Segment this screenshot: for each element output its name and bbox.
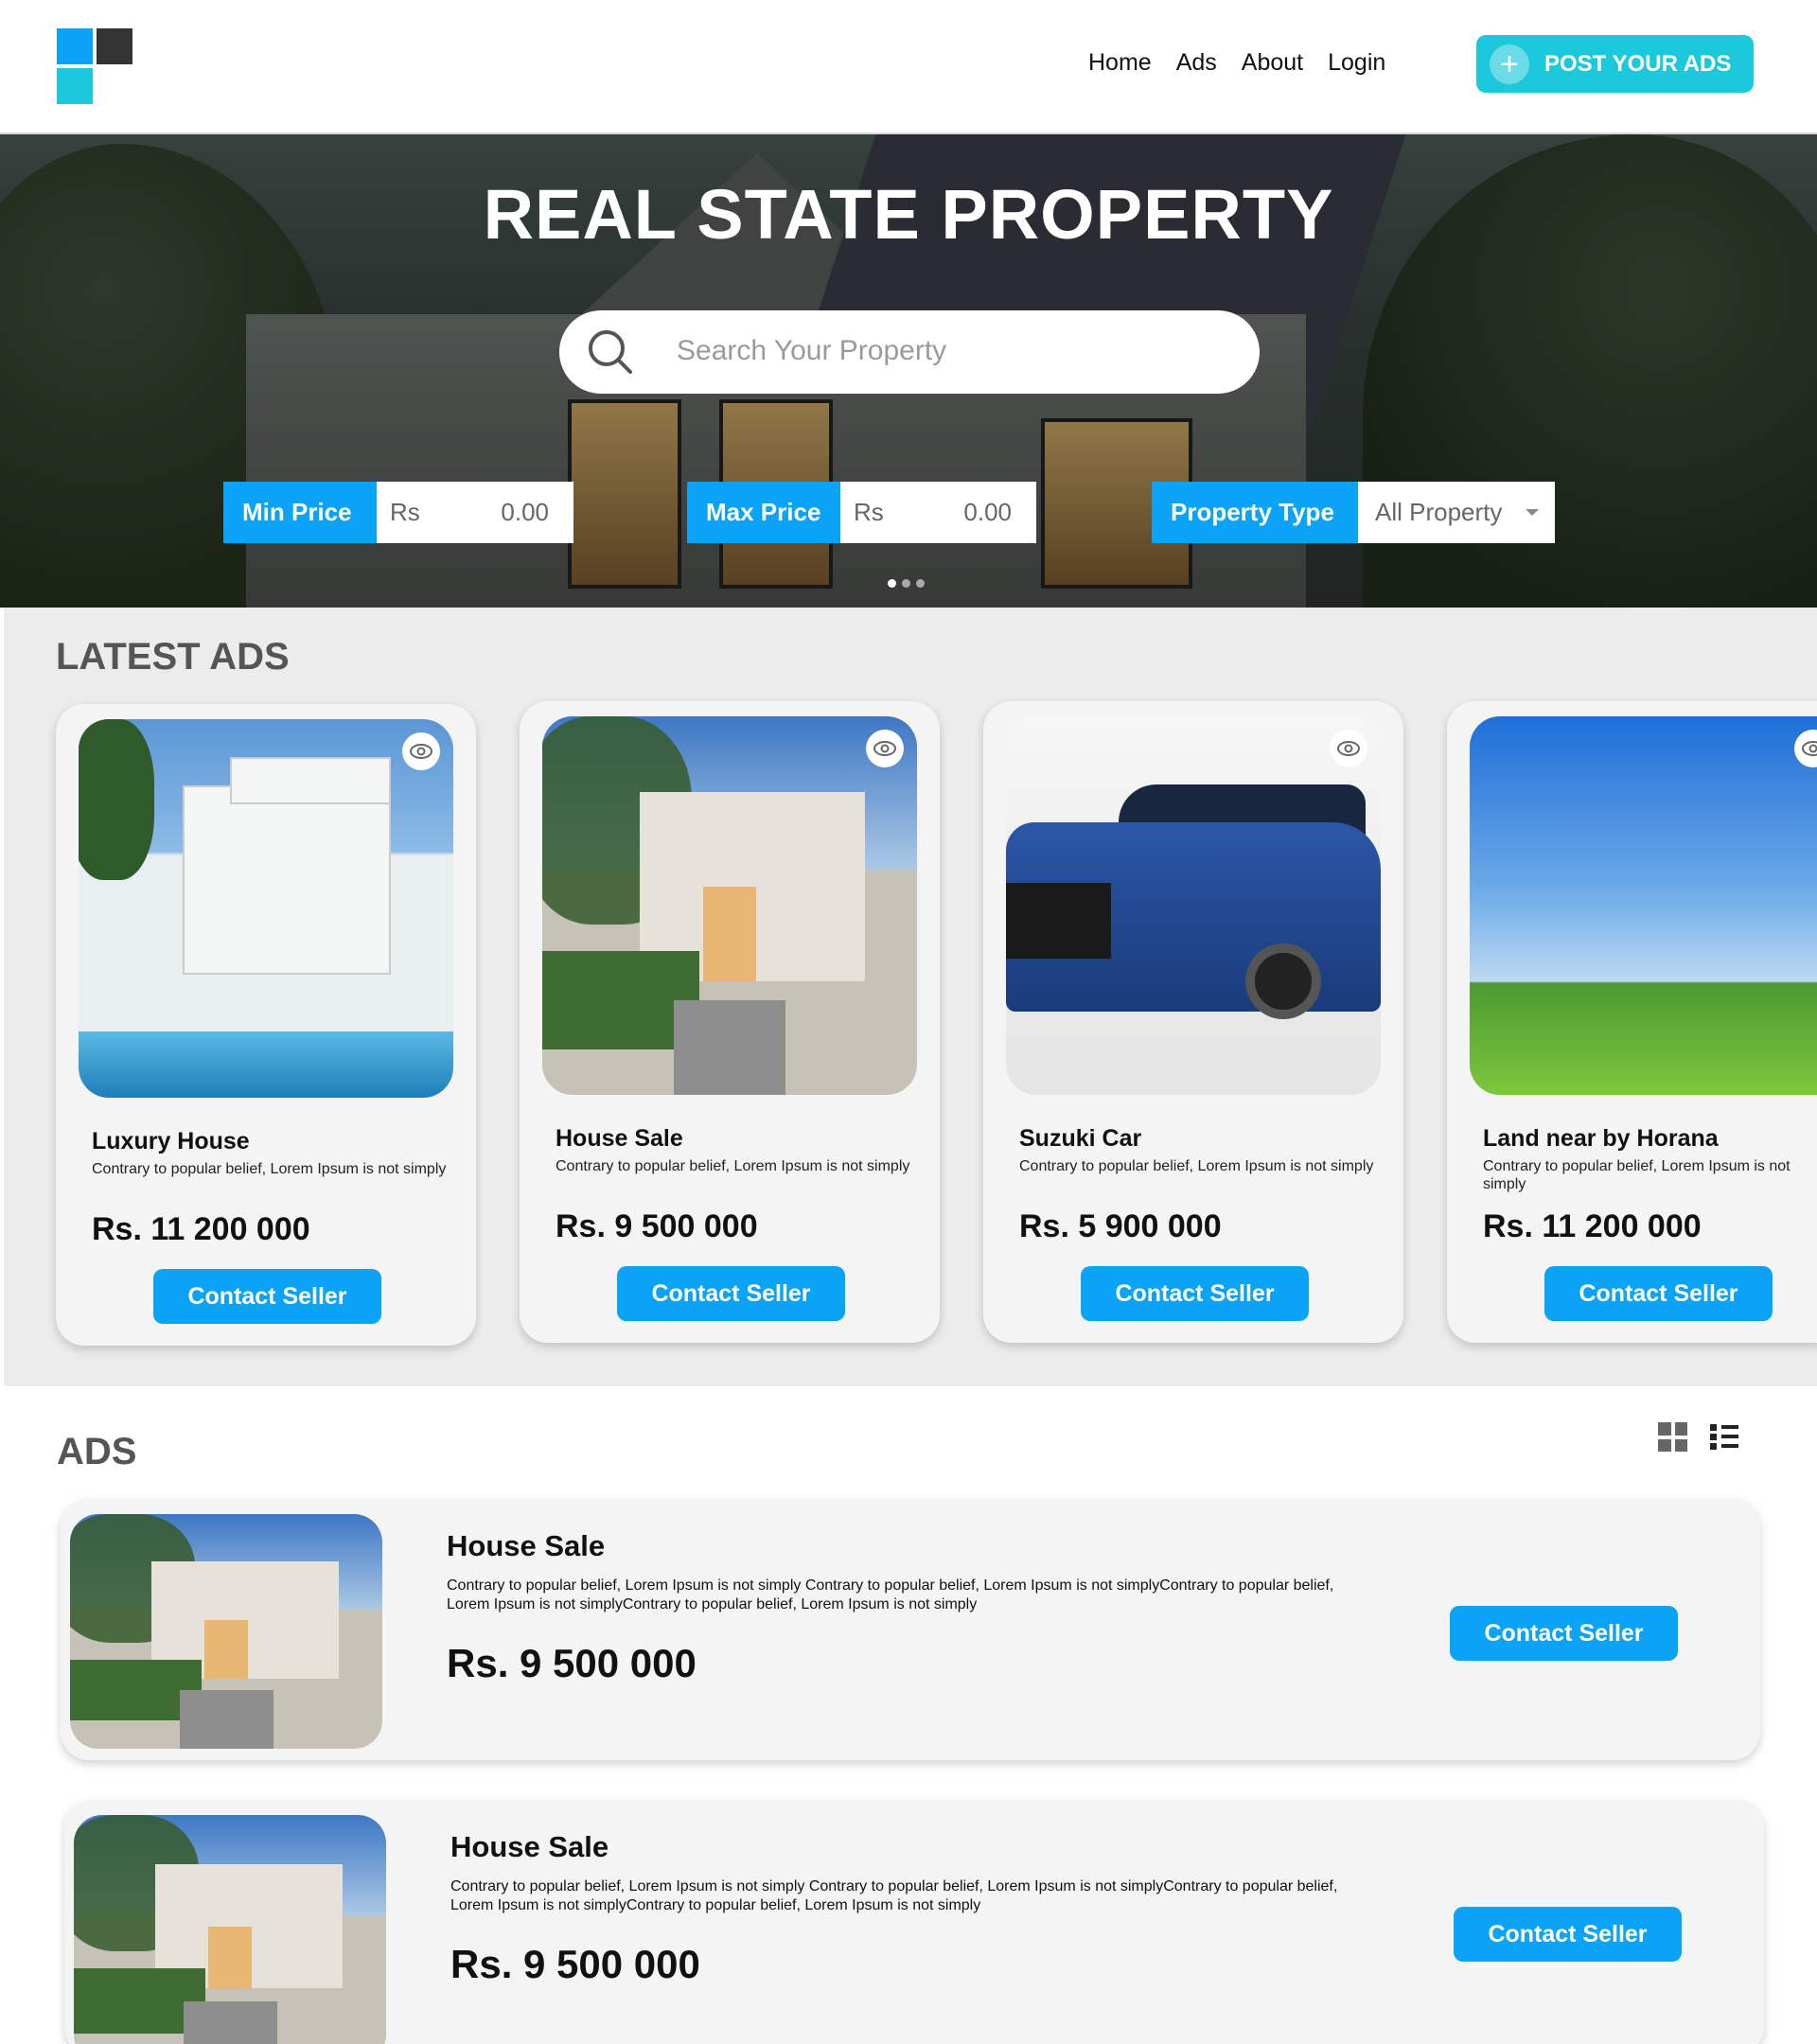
min-price-field[interactable]: Rs 0.00 [377, 482, 573, 543]
max-price-label: Max Price [687, 482, 840, 543]
ad-price: Rs. 9 500 000 [447, 1641, 697, 1685]
ad-price: Rs. 9 500 000 [556, 1208, 758, 1244]
ad-title: House Sale [447, 1529, 606, 1562]
property-type-select[interactable]: All Property [1358, 482, 1555, 543]
ad-description: Contrary to popular belief, Lorem Ipsum … [1019, 1158, 1374, 1174]
min-price-value: 0.00 [501, 498, 549, 526]
list-view-icon[interactable] [1710, 1422, 1738, 1451]
min-price-label: Min Price [223, 482, 377, 543]
hero-title: REAL STATE PROPERTY [483, 175, 1334, 254]
max-price-filter: Max Price Rs 0.00 [687, 482, 1036, 543]
max-price-value: 0.00 [963, 498, 1012, 526]
slider-dots [888, 579, 925, 588]
min-price-filter: Min Price Rs 0.00 [223, 482, 573, 543]
eye-icon[interactable] [866, 730, 904, 767]
ad-title: Land near by Horana [1483, 1125, 1719, 1152]
contact-seller-button[interactable]: Contact Seller [1544, 1266, 1773, 1321]
ad-card[interactable]: Land near by Horana Contrary to popular … [1447, 701, 1817, 1343]
nav-ads[interactable]: Ads [1176, 49, 1217, 77]
contact-seller-button[interactable]: Contact Seller [1450, 1606, 1678, 1661]
nav-home[interactable]: Home [1088, 49, 1152, 77]
contact-seller-button[interactable]: Contact Seller [153, 1269, 381, 1324]
property-type-filter: Property Type All Property [1152, 482, 1555, 543]
section-title: LATEST ADS [56, 636, 290, 678]
ad-description: Contrary to popular belief, Lorem Ipsum … [447, 1577, 1334, 1612]
ad-title: House Sale [450, 1830, 609, 1863]
ad-image[interactable] [1006, 716, 1381, 1095]
ad-list-item[interactable]: House Sale Contrary to popular belief, L… [61, 1499, 1760, 1760]
max-price-currency: Rs [854, 498, 884, 526]
ad-card[interactable]: House Sale Contrary to popular belief, L… [520, 701, 940, 1343]
nav-about[interactable]: About [1242, 49, 1303, 77]
ad-price: Rs. 5 900 000 [1019, 1208, 1222, 1244]
logo[interactable] [57, 28, 132, 104]
ad-title: Luxury House [92, 1128, 250, 1154]
ad-price: Rs. 11 200 000 [92, 1211, 310, 1247]
ad-price: Rs. 11 200 000 [1483, 1208, 1702, 1244]
ad-description: Contrary to popular belief, Lorem Ipsum … [1483, 1158, 1791, 1192]
contact-seller-button[interactable]: Contact Seller [617, 1266, 845, 1321]
ad-list-item[interactable]: House Sale Contrary to popular belief, L… [64, 1800, 1764, 2044]
min-price-currency: Rs [390, 498, 420, 526]
nav-login[interactable]: Login [1328, 49, 1385, 77]
eye-icon[interactable] [1330, 730, 1367, 767]
section-title: ADS [57, 1431, 137, 1472]
ad-title: Suzuki Car [1019, 1125, 1142, 1152]
chevron-down-icon [1526, 508, 1539, 516]
slider-dot[interactable] [916, 579, 925, 588]
search-input[interactable]: Search Your Property [677, 335, 946, 367]
property-type-label: Property Type [1152, 482, 1358, 543]
main-nav: Home Ads About Login [1088, 49, 1410, 77]
eye-icon[interactable] [402, 732, 440, 770]
max-price-field[interactable]: Rs 0.00 [840, 482, 1036, 543]
hero-banner: REAL STATE PROPERTY Search Your Property… [0, 134, 1817, 608]
ad-card[interactable]: Luxury House Contrary to popular belief,… [56, 704, 476, 1346]
ad-description: Contrary to popular belief, Lorem Ipsum … [450, 1878, 1338, 1913]
ad-title: House Sale [556, 1125, 683, 1152]
ad-card[interactable]: Suzuki Car Contrary to popular belief, L… [983, 701, 1403, 1343]
post-ads-label: POST YOUR ADS [1544, 50, 1732, 77]
ad-description: Contrary to popular belief, Lorem Ipsum … [92, 1161, 447, 1177]
plus-icon: + [1490, 44, 1529, 84]
grid-view-icon[interactable] [1658, 1422, 1687, 1452]
site-header: Home Ads About Login + POST YOUR ADS [0, 0, 1817, 134]
ad-price: Rs. 9 500 000 [450, 1942, 700, 1986]
ad-image[interactable] [70, 1514, 382, 1749]
search-box[interactable]: Search Your Property [559, 310, 1260, 394]
post-ads-button[interactable]: + POST YOUR ADS [1476, 35, 1754, 93]
slider-dot[interactable] [902, 579, 910, 588]
contact-seller-button[interactable]: Contact Seller [1081, 1266, 1309, 1321]
search-icon [589, 330, 632, 374]
contact-seller-button[interactable]: Contact Seller [1454, 1907, 1682, 1962]
ad-description: Contrary to popular belief, Lorem Ipsum … [556, 1158, 910, 1174]
ad-image[interactable] [1470, 716, 1817, 1095]
latest-ads-section: LATEST ADS Luxury House Contrary to popu… [4, 608, 1817, 1386]
ad-image[interactable] [74, 1815, 386, 2044]
ad-image[interactable] [79, 719, 453, 1098]
slider-dot[interactable] [888, 579, 896, 588]
ad-image[interactable] [542, 716, 917, 1095]
property-type-value: All Property [1375, 498, 1503, 526]
